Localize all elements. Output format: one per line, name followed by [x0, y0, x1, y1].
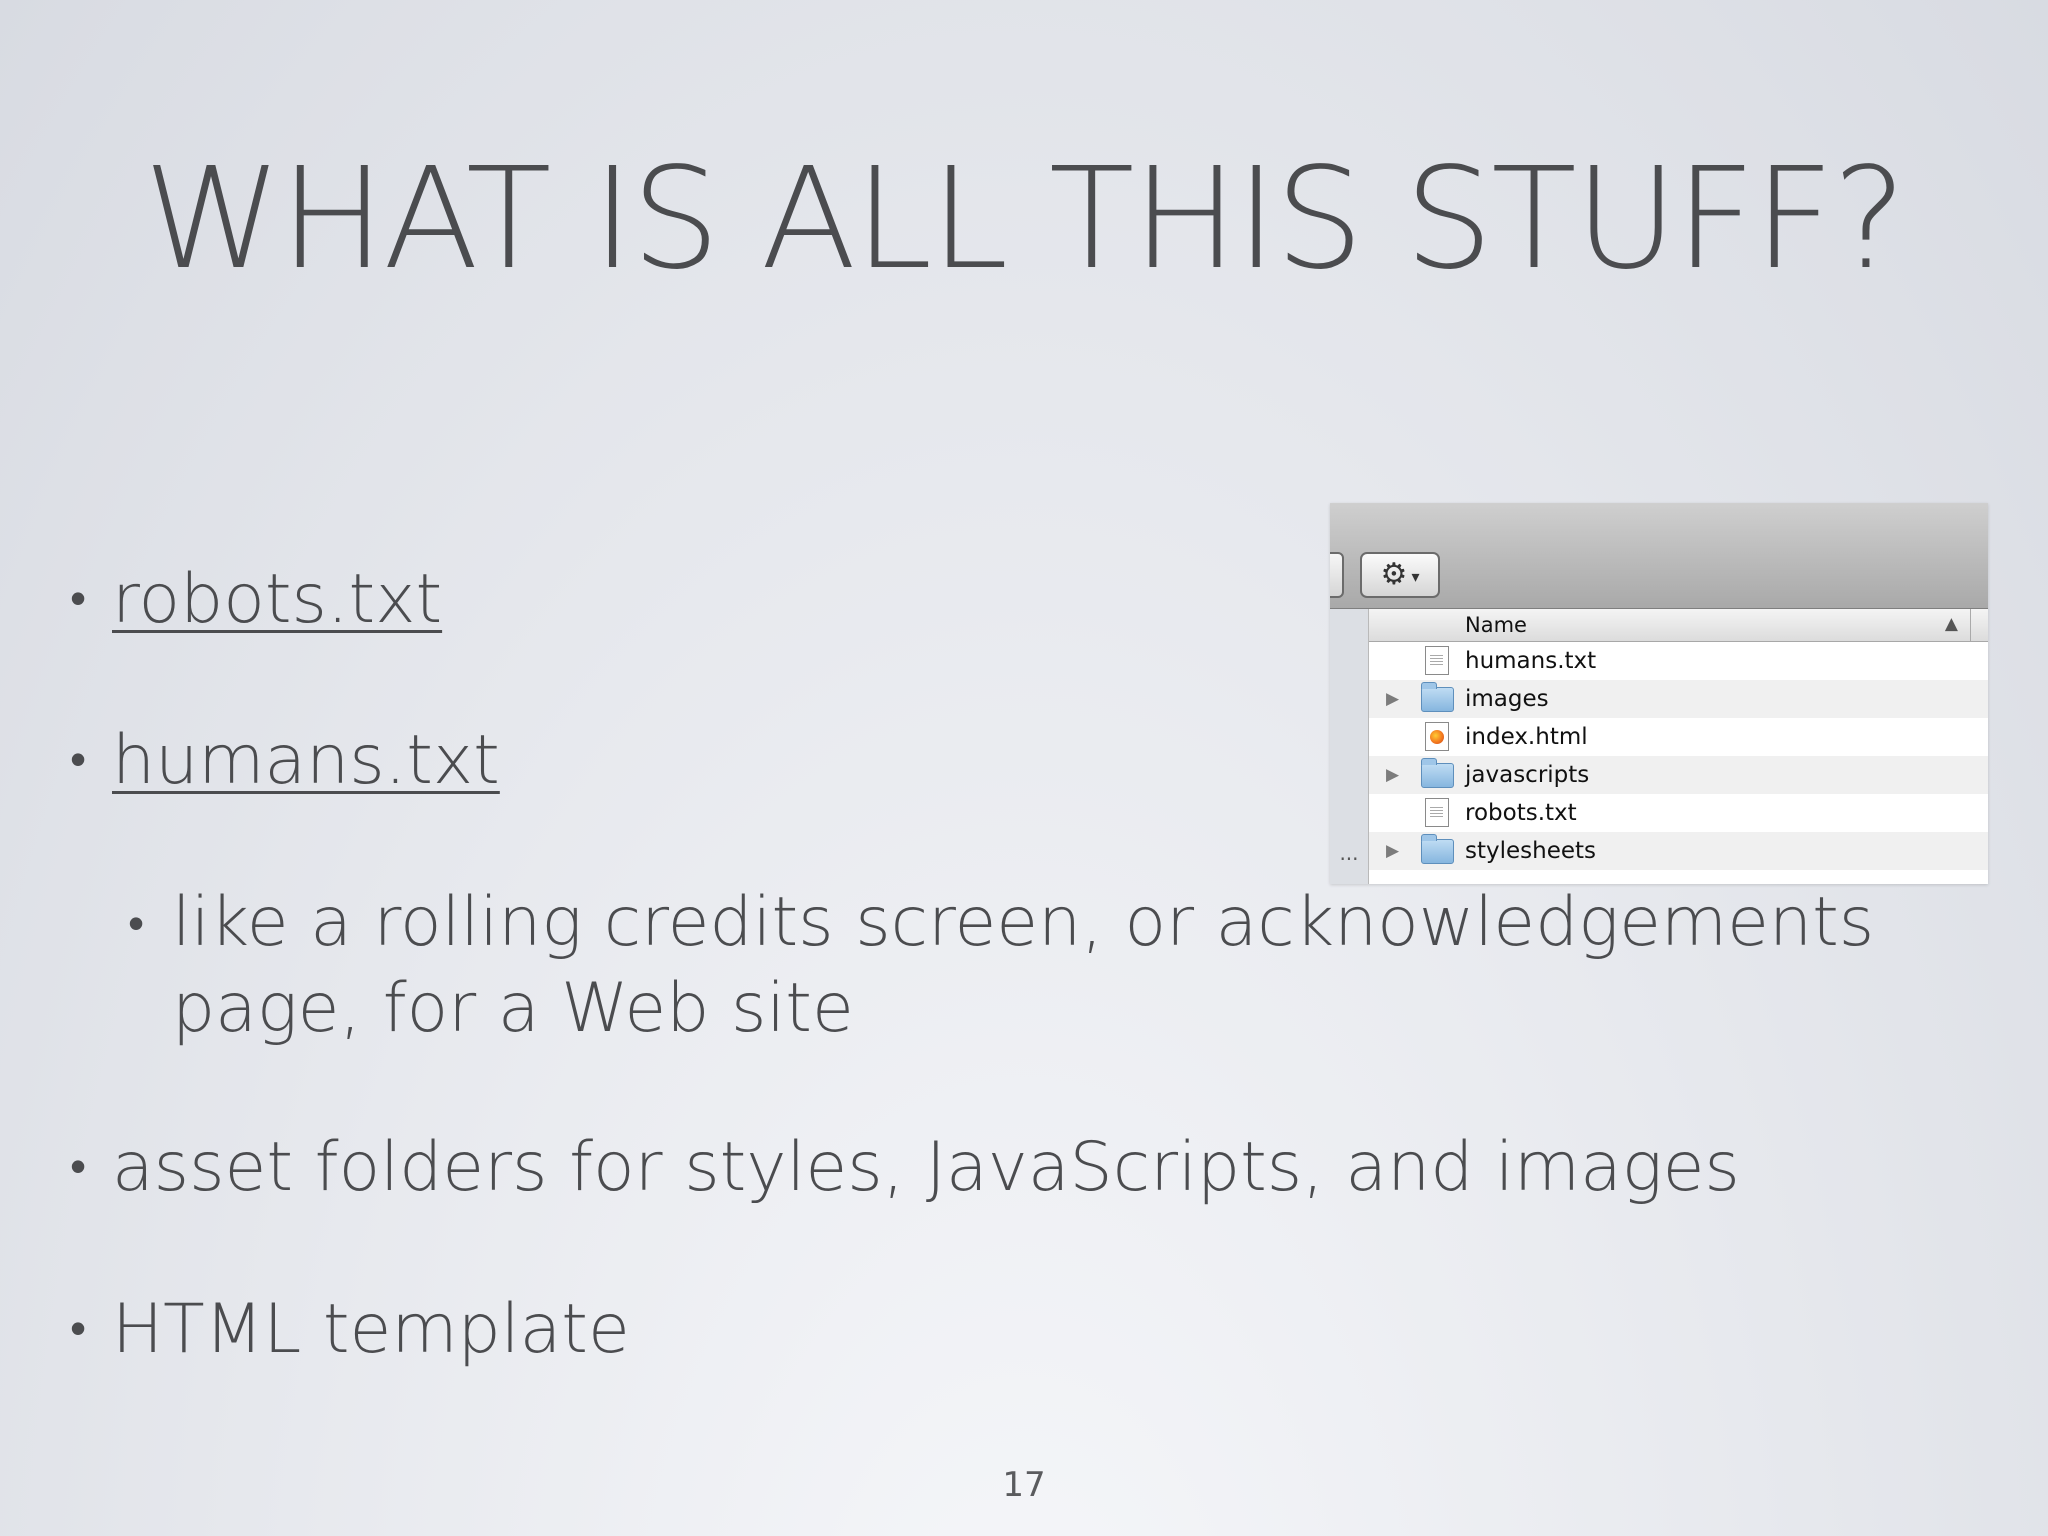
disclosure-triangle-icon[interactable]: ▶ [1386, 689, 1399, 709]
robots-link[interactable]: robots.txt [112, 560, 442, 639]
name-column-header[interactable]: Name ▲ [1369, 609, 1988, 642]
sub-bullet-marker: • [128, 896, 145, 950]
text-file-icon [1425, 798, 1449, 827]
bullet-humans-description: • like a rolling credits screen, or ackno… [128, 880, 1988, 1052]
finder-window-screenshot: ⚙ ▾ ... Name ▲ humans.txt ▶ images index… [1330, 503, 1988, 884]
bullet-marker: • [70, 1301, 87, 1355]
bullet-robots: • robots.txt [70, 555, 442, 643]
disclosure-triangle-icon[interactable]: ▶ [1386, 841, 1399, 861]
bullet-humans: • humans.txt [70, 716, 500, 804]
bullet-marker: • [70, 1139, 87, 1193]
folder-icon [1421, 682, 1454, 712]
column-divider [1970, 609, 1971, 641]
humans-description-text: like a rolling credits screen, or acknow… [172, 883, 1875, 1048]
page-number: 17 [1002, 1465, 1046, 1505]
view-button[interactable] [1330, 552, 1344, 598]
file-list: Name ▲ humans.txt ▶ images index.html ▶ … [1369, 609, 1988, 884]
folder-row-javascripts[interactable]: ▶ javascripts [1369, 756, 1988, 794]
file-name: humans.txt [1465, 648, 1597, 674]
folder-name: images [1465, 686, 1549, 712]
finder-toolbar: ⚙ ▾ [1330, 503, 1988, 609]
folder-icon [1421, 758, 1454, 788]
bullet-marker: • [70, 732, 87, 786]
humans-link[interactable]: humans.txt [112, 721, 500, 800]
disclosure-triangle-icon[interactable]: ▶ [1386, 765, 1399, 785]
html-file-icon [1425, 722, 1449, 751]
file-name: robots.txt [1465, 800, 1577, 826]
gear-icon: ⚙ [1380, 557, 1408, 592]
text-file-icon [1425, 646, 1449, 675]
folder-row-images[interactable]: ▶ images [1369, 680, 1988, 718]
bullet-marker: • [70, 571, 87, 625]
slide-title: WHAT IS ALL THIS STUFF? [143, 138, 1906, 301]
template-text: HTML template [112, 1290, 630, 1369]
column-header-label: Name [1465, 613, 1527, 637]
file-rows: humans.txt ▶ images index.html ▶ javascr… [1369, 642, 1988, 870]
folder-name: javascripts [1465, 762, 1590, 788]
chevron-down-icon: ▾ [1411, 567, 1420, 586]
folder-row-stylesheets[interactable]: ▶ stylesheets [1369, 832, 1988, 870]
file-row-robots[interactable]: robots.txt [1369, 794, 1988, 832]
folder-name: stylesheets [1465, 838, 1597, 864]
bullet-template: • HTML template [70, 1285, 630, 1373]
file-name: index.html [1465, 724, 1588, 750]
sort-ascending-icon: ▲ [1944, 614, 1958, 634]
file-row-humans[interactable]: humans.txt [1369, 642, 1988, 680]
file-row-index[interactable]: index.html [1369, 718, 1988, 756]
folder-icon [1421, 834, 1454, 864]
action-menu-button[interactable]: ⚙ ▾ [1360, 552, 1440, 598]
sidebar-ellipsis: ... [1339, 841, 1359, 865]
assets-text: asset folders for styles, JavaScripts, a… [112, 1128, 1740, 1207]
bullet-assets: • asset folders for styles, JavaScripts, … [70, 1123, 1740, 1211]
